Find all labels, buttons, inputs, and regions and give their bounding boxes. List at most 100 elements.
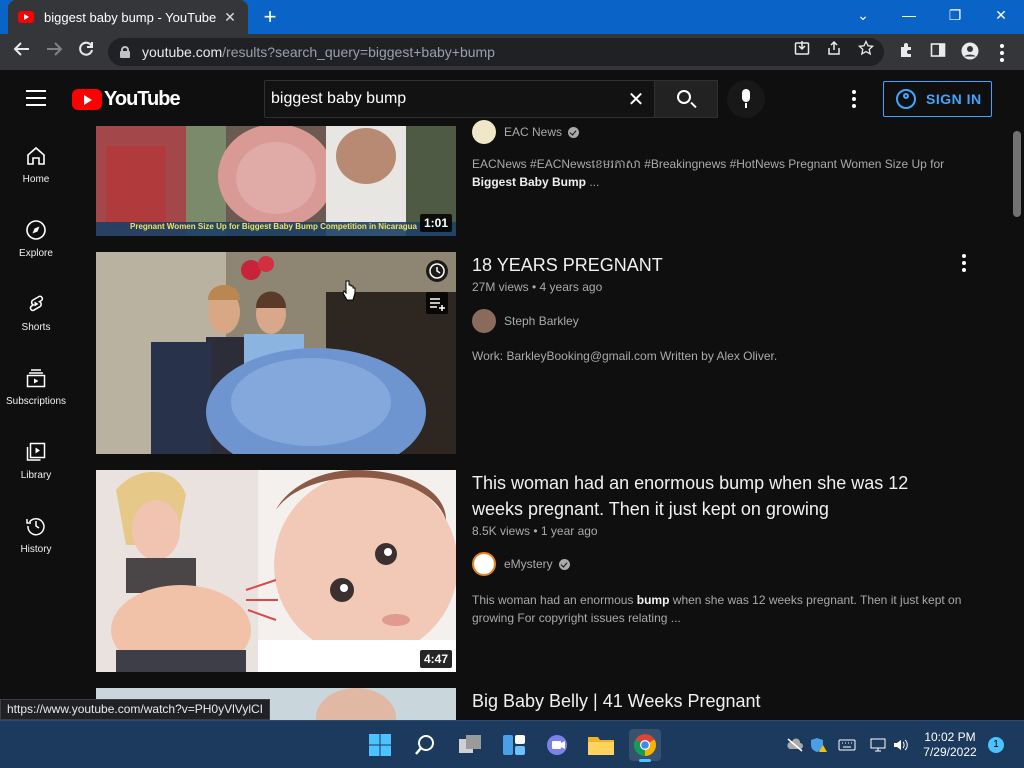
browser-menu-icon[interactable] xyxy=(1000,44,1004,65)
share-icon[interactable] xyxy=(824,40,844,60)
library-icon xyxy=(24,440,48,464)
sign-in-button[interactable]: SIGN IN xyxy=(883,81,992,117)
minimize-button[interactable]: — xyxy=(886,0,932,30)
close-window-button[interactable]: ✕ xyxy=(978,0,1024,30)
guide-item-subscriptions[interactable]: Subscriptions xyxy=(0,350,72,424)
chrome-taskbar-icon[interactable] xyxy=(629,729,661,762)
menu-hamburger-icon[interactable] xyxy=(26,90,46,106)
keyboard-icon[interactable] xyxy=(838,737,856,753)
video-title[interactable]: This woman had an enormous bump when she… xyxy=(472,470,942,522)
windows-taskbar: 10:02 PM 7/29/2022 1 xyxy=(0,720,1024,768)
clear-search-icon[interactable]: ✕ xyxy=(618,87,654,112)
logo-text: YouTube xyxy=(104,87,181,110)
user-circle-icon xyxy=(896,89,916,109)
channel-name: EAC News xyxy=(504,125,563,139)
lock-icon xyxy=(120,46,130,58)
video-result[interactable]: 4:47 This woman had an enormous bump whe… xyxy=(96,470,976,672)
video-result[interactable]: Pregnant Women Size Up for Biggest Baby … xyxy=(96,120,976,236)
channel-avatar xyxy=(472,552,496,576)
thumbnail-image xyxy=(96,470,456,672)
start-button-windows-icon[interactable] xyxy=(364,729,396,761)
guide-item-home[interactable]: Home xyxy=(0,128,72,202)
video-result[interactable]: 18 YEARS PREGNANT 27M views • 4 years ag… xyxy=(96,252,976,454)
voice-search-button[interactable] xyxy=(727,80,765,118)
clock-time: 10:02 PM xyxy=(924,730,976,744)
microphone-stem xyxy=(745,103,747,108)
guide-item-history[interactable]: History xyxy=(0,498,72,572)
description-highlight: Biggest Baby Bump xyxy=(472,175,587,189)
compass-icon xyxy=(24,218,48,242)
guide-label: Shorts xyxy=(21,322,51,333)
file-explorer-icon[interactable] xyxy=(585,729,617,761)
video-title[interactable]: 18 YEARS PREGNANT xyxy=(472,252,942,278)
search-icon xyxy=(677,90,691,104)
widgets-icon[interactable] xyxy=(498,729,530,761)
browser-toolbar: youtube.com/results?search_query=biggest… xyxy=(0,34,1024,70)
back-button[interactable] xyxy=(10,40,34,64)
thumbnail-image xyxy=(96,252,456,454)
forward-button[interactable] xyxy=(42,40,66,64)
guide-label: Subscriptions xyxy=(5,396,67,407)
video-thumbnail[interactable]: Pregnant Women Size Up for Biggest Baby … xyxy=(96,126,456,236)
new-tab-button[interactable]: + xyxy=(258,4,282,30)
scrollbar-thumb[interactable] xyxy=(1013,131,1021,217)
verified-badge-icon xyxy=(558,558,570,570)
install-app-icon[interactable] xyxy=(792,40,812,60)
youtube-favicon-icon xyxy=(18,11,34,23)
youtube-play-icon xyxy=(72,88,102,110)
video-thumbnail[interactable] xyxy=(96,252,456,454)
reload-icon xyxy=(79,41,93,56)
guide-item-shorts[interactable]: Shorts xyxy=(0,276,72,350)
microphone-icon xyxy=(742,89,750,102)
search-button[interactable] xyxy=(655,80,718,118)
channel-row[interactable]: EAC News xyxy=(472,120,580,144)
mouse-cursor-icon xyxy=(342,280,356,301)
verified-badge-icon xyxy=(568,126,580,138)
thumbnail-image xyxy=(96,126,456,236)
bookmark-star-icon[interactable] xyxy=(856,39,876,60)
taskbar-search-icon[interactable] xyxy=(409,729,441,761)
description-text: EACNews #EACNewsខេមរភាសា #Breakingnews #… xyxy=(472,157,945,171)
add-to-queue-icon[interactable] xyxy=(426,292,448,314)
history-icon xyxy=(24,514,48,538)
guide-label: Home xyxy=(22,174,50,185)
youtube-logo[interactable]: YouTube xyxy=(72,87,181,111)
video-thumbnail[interactable]: 4:47 xyxy=(96,470,456,672)
extensions-icon[interactable] xyxy=(896,42,916,62)
url-host: youtube.com xyxy=(142,44,223,60)
taskbar-clock[interactable]: 10:02 PM 7/29/2022 xyxy=(914,730,986,760)
video-title[interactable]: Big Baby Belly | 41 Weeks Pregnant xyxy=(472,688,942,714)
notification-badge[interactable]: 1 xyxy=(988,737,1004,753)
screen: biggest baby bump - YouTube ✕ + ⌄ — ❐ ✕ … xyxy=(0,0,1024,768)
clock-date: 7/29/2022 xyxy=(923,745,977,759)
restore-button[interactable]: ❐ xyxy=(932,0,978,30)
network-icon[interactable] xyxy=(870,737,888,753)
watch-later-icon[interactable] xyxy=(426,260,448,282)
video-description: Work: BarkleyBooking@gmail.com Written b… xyxy=(472,349,778,363)
security-warning-icon[interactable] xyxy=(810,737,828,753)
teams-chat-icon[interactable] xyxy=(542,729,574,761)
reload-button[interactable] xyxy=(74,40,98,64)
video-action-menu-icon[interactable] xyxy=(962,254,966,275)
tab-search-icon[interactable]: ⌄ xyxy=(840,0,886,30)
volume-icon[interactable] xyxy=(892,737,910,753)
search-input[interactable]: biggest baby bump ✕ xyxy=(264,80,655,118)
video-metadata: 27M views • 4 years ago xyxy=(472,280,603,294)
channel-avatar xyxy=(472,120,496,144)
profile-icon[interactable] xyxy=(960,42,980,62)
video-metadata: 8.5K views • 1 year ago xyxy=(472,524,598,538)
page-scrollbar[interactable] xyxy=(1010,128,1024,720)
browser-tab[interactable]: biggest baby bump - YouTube ✕ xyxy=(8,0,248,34)
channel-row[interactable]: Steph Barkley xyxy=(472,309,579,333)
task-view-icon[interactable] xyxy=(454,729,486,761)
guide-item-explore[interactable]: Explore xyxy=(0,202,72,276)
tab-title: biggest baby bump - YouTube xyxy=(44,9,217,25)
address-bar[interactable]: youtube.com/results?search_query=biggest… xyxy=(108,38,884,66)
video-description: EACNews #EACNewsខេមរភាសា #Breakingnews #… xyxy=(472,155,962,191)
guide-item-library[interactable]: Library xyxy=(0,424,72,498)
side-panel-icon[interactable] xyxy=(928,42,948,62)
channel-row[interactable]: eMystery xyxy=(472,552,570,576)
settings-more-icon[interactable] xyxy=(852,90,856,111)
tab-close-icon[interactable]: ✕ xyxy=(222,9,238,26)
onedrive-offline-icon[interactable] xyxy=(786,737,804,753)
